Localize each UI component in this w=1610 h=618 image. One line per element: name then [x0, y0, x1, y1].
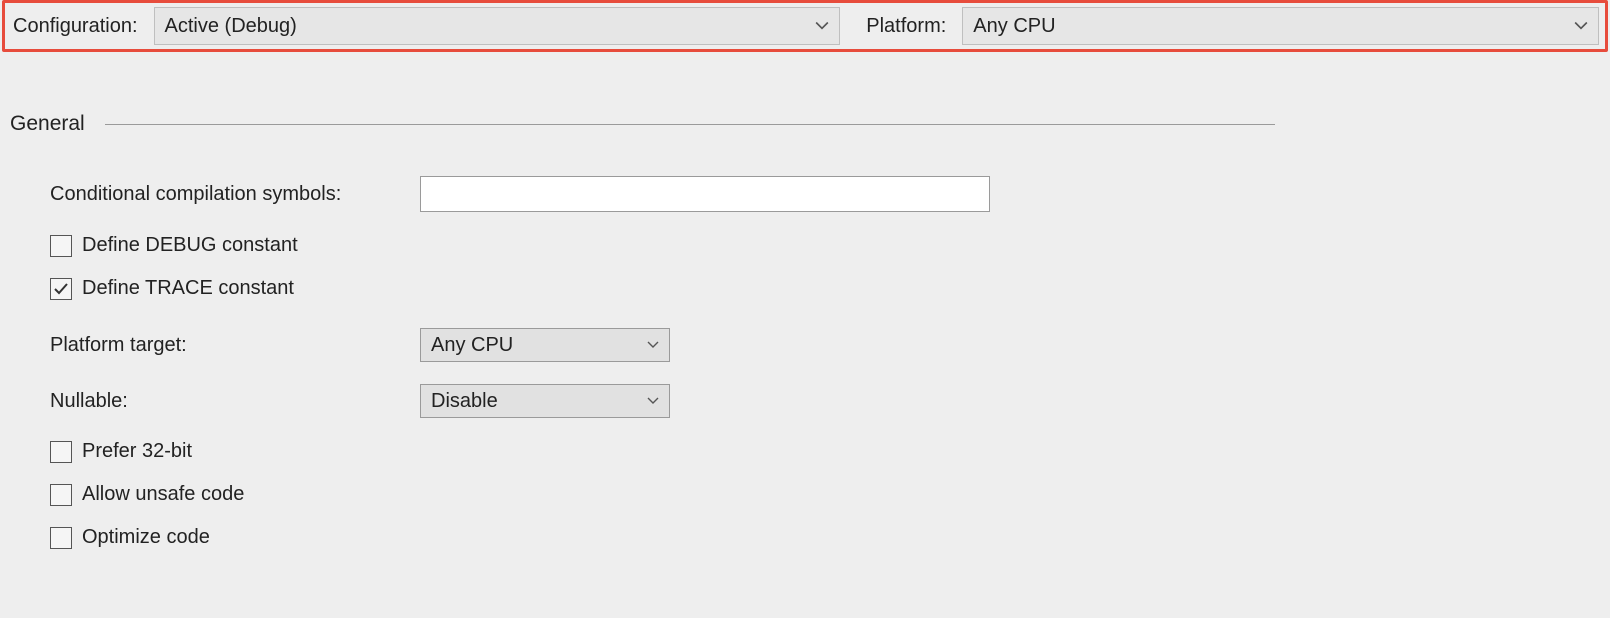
define-trace-label: Define TRACE constant [82, 277, 294, 300]
platform-target-value: Any CPU [431, 334, 513, 357]
section-title: General [10, 112, 85, 136]
platform-target-dropdown[interactable]: Any CPU [420, 328, 670, 362]
platform-target-label: Platform target: [50, 334, 420, 357]
chevron-down-icon [1574, 19, 1588, 33]
optimize-code-checkbox[interactable]: Optimize code [50, 526, 1610, 549]
nullable-value: Disable [431, 390, 498, 413]
row-nullable: Nullable: Disable [50, 384, 1610, 418]
configuration-value: Active (Debug) [165, 15, 297, 38]
platform-label: Platform: [848, 15, 954, 38]
checkbox-icon [50, 278, 72, 300]
allow-unsafe-checkbox[interactable]: Allow unsafe code [50, 483, 1610, 506]
allow-unsafe-label: Allow unsafe code [82, 483, 244, 506]
platform-dropdown[interactable]: Any CPU [962, 7, 1599, 45]
define-debug-checkbox[interactable]: Define DEBUG constant [50, 234, 1610, 257]
row-platform-target: Platform target: Any CPU [50, 328, 1610, 362]
define-debug-label: Define DEBUG constant [82, 234, 298, 257]
checkbox-icon [50, 484, 72, 506]
platform-value: Any CPU [973, 15, 1055, 38]
nullable-dropdown[interactable]: Disable [420, 384, 670, 418]
nullable-label: Nullable: [50, 390, 420, 413]
configuration-dropdown[interactable]: Active (Debug) [154, 7, 841, 45]
optimize-code-label: Optimize code [82, 526, 210, 549]
chevron-down-icon [647, 339, 659, 351]
checkbox-icon [50, 235, 72, 257]
checkbox-icon [50, 441, 72, 463]
section-header-general: General [10, 112, 1610, 136]
row-conditional-symbols: Conditional compilation symbols: [50, 176, 1610, 212]
checkbox-icon [50, 527, 72, 549]
chevron-down-icon [815, 19, 829, 33]
prefer-32bit-label: Prefer 32-bit [82, 440, 192, 463]
build-settings-panel: General Conditional compilation symbols:… [0, 52, 1610, 549]
section-divider [105, 124, 1275, 125]
configuration-label: Configuration: [11, 15, 146, 38]
conditional-symbols-input[interactable] [420, 176, 990, 212]
conditional-symbols-label: Conditional compilation symbols: [50, 183, 420, 206]
prefer-32bit-checkbox[interactable]: Prefer 32-bit [50, 440, 1610, 463]
chevron-down-icon [647, 395, 659, 407]
config-platform-bar: Configuration: Active (Debug) Platform: … [2, 0, 1608, 52]
define-trace-checkbox[interactable]: Define TRACE constant [50, 277, 1610, 300]
